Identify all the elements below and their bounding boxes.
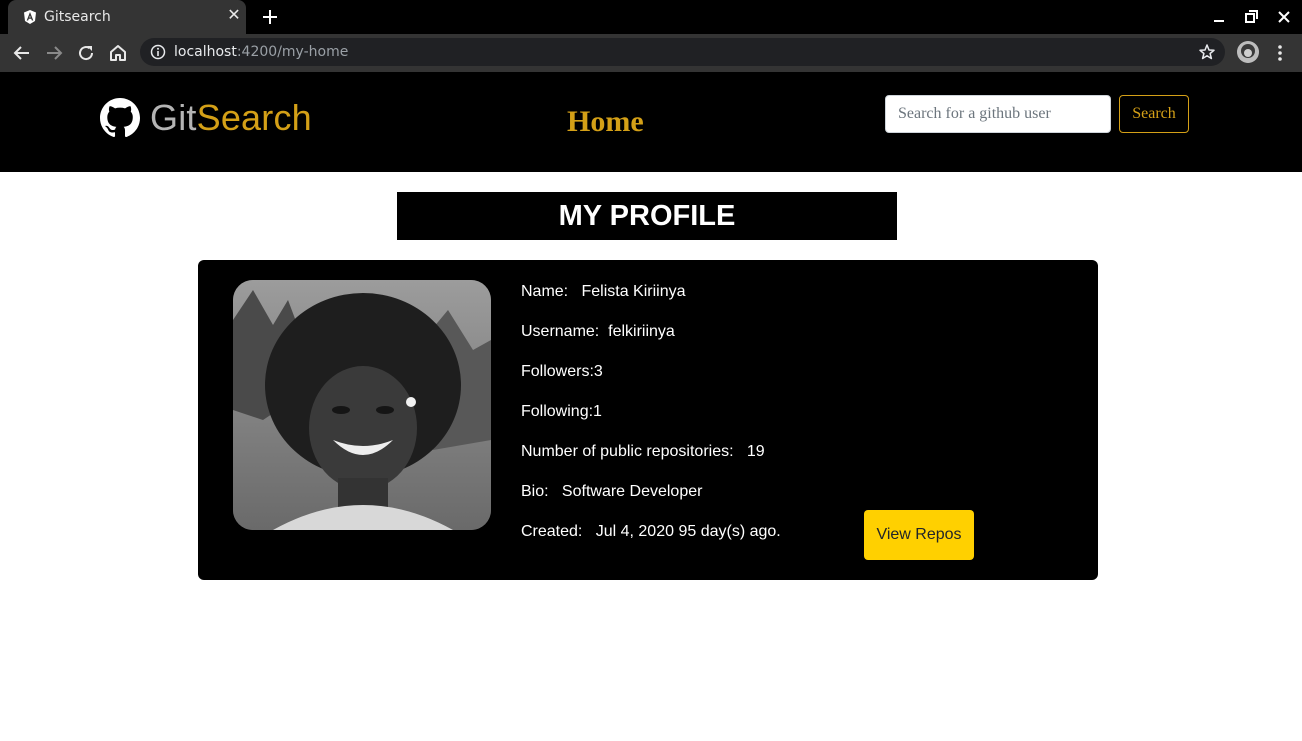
following-label: Following: xyxy=(521,403,594,420)
repos-row: Number of public repositories: 19 xyxy=(521,443,781,483)
tab-title: Gitsearch xyxy=(44,9,111,25)
my-profile-heading: MY PROFILE xyxy=(397,192,897,240)
browser-tab-strip: Gitsearch ✕ xyxy=(0,0,1302,34)
profile-avatar-icon[interactable] xyxy=(1237,41,1259,63)
created-value: Jul 4, 2020 95 day(s) ago. xyxy=(595,523,781,540)
browser-tab[interactable]: Gitsearch ✕ xyxy=(8,0,246,34)
profile-details: Name: Felista Kiriinya Username: felkiri… xyxy=(521,283,781,563)
url-text: localhost:4200/my-home xyxy=(174,44,348,60)
username-label: Username: xyxy=(521,323,600,340)
app-navbar: GitSearch Home Search xyxy=(0,72,1302,172)
github-user-search-input[interactable] xyxy=(885,95,1111,133)
repos-value: 19 xyxy=(746,443,765,460)
close-window-icon[interactable] xyxy=(1275,8,1293,26)
browser-menu-icon[interactable] xyxy=(1272,43,1288,63)
search-button[interactable]: Search xyxy=(1119,95,1189,133)
url-path: :4200/my-home xyxy=(236,44,349,60)
bio-value: Software Developer xyxy=(561,483,703,500)
nav-home-link[interactable]: Home xyxy=(567,105,644,139)
new-tab-icon[interactable] xyxy=(260,7,280,27)
close-tab-icon[interactable]: ✕ xyxy=(226,8,242,24)
home-icon[interactable] xyxy=(108,43,128,63)
brand-name: GitSearch xyxy=(150,97,312,139)
followers-row: Followers:3 xyxy=(521,363,781,403)
minimize-icon[interactable] xyxy=(1210,8,1228,26)
name-label: Name: xyxy=(521,283,569,300)
bio-row: Bio: Software Developer xyxy=(521,483,781,523)
angular-favicon-icon xyxy=(24,10,36,24)
back-arrow-icon[interactable] xyxy=(12,43,32,63)
created-row: Created: Jul 4, 2020 95 day(s) ago. xyxy=(521,523,781,563)
browser-toolbar: localhost:4200/my-home xyxy=(0,34,1302,72)
forward-arrow-icon[interactable] xyxy=(44,43,64,63)
followers-value: 3 xyxy=(593,363,603,380)
reload-icon[interactable] xyxy=(76,43,96,63)
brand-search-text: Search xyxy=(196,97,312,138)
followers-label: Followers: xyxy=(521,363,594,380)
following-row: Following:1 xyxy=(521,403,781,443)
brand-git-text: Git xyxy=(150,97,197,138)
username-row: Username: felkiriinya xyxy=(521,323,781,363)
username-value: felkiriinya xyxy=(608,323,675,340)
created-label: Created: xyxy=(521,523,583,540)
profile-card: Name: Felista Kiriinya Username: felkiri… xyxy=(198,260,1098,580)
view-repos-button[interactable]: View Repos xyxy=(864,510,974,560)
address-bar[interactable]: localhost:4200/my-home xyxy=(140,38,1225,66)
repos-label: Number of public repositories: xyxy=(521,443,734,460)
following-value: 1 xyxy=(593,403,602,420)
url-host: localhost xyxy=(174,44,237,60)
name-row: Name: Felista Kiriinya xyxy=(521,283,781,323)
github-logo-icon xyxy=(100,98,140,138)
bookmark-star-icon[interactable] xyxy=(1198,43,1216,61)
restore-icon[interactable] xyxy=(1242,8,1260,26)
site-info-icon[interactable] xyxy=(150,44,166,60)
bio-label: Bio: xyxy=(521,483,549,500)
name-value: Felista Kiriinya xyxy=(581,283,686,300)
profile-photo xyxy=(233,280,491,530)
brand-logo-link[interactable]: GitSearch xyxy=(100,96,312,140)
